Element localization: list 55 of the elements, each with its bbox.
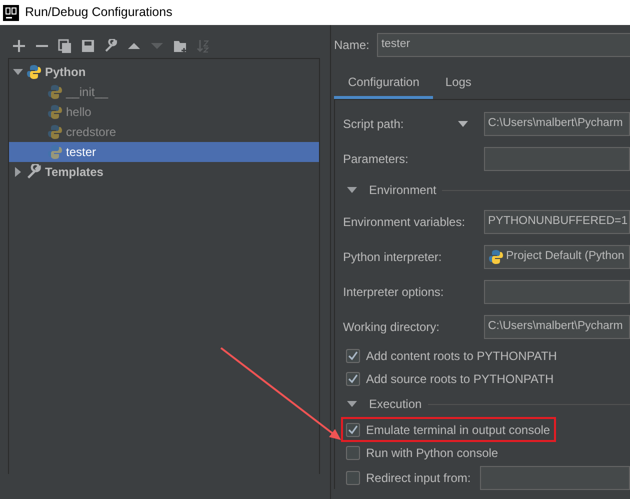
checkbox[interactable] — [346, 372, 360, 386]
section-title: Environment — [369, 182, 436, 199]
tree-item[interactable]: hello — [9, 102, 319, 122]
name-field[interactable]: tester — [377, 33, 630, 57]
field-label: Environment variables: — [343, 214, 466, 230]
snake-logo-icon — [26, 64, 42, 80]
snake-logo-icon — [47, 144, 63, 160]
field-label: Parameters: — [343, 150, 408, 168]
input-field[interactable]: C:\Users\malbert\Pycharm — [484, 112, 630, 136]
collapse-arrow-icon — [347, 400, 357, 408]
checkbox[interactable] — [346, 348, 360, 362]
name-label: Name: — [334, 37, 370, 54]
field-label: Script path: — [343, 116, 404, 132]
snake-logo-icon — [47, 84, 63, 100]
field-label: Python interpreter: — [343, 248, 442, 266]
new-folder-icon[interactable] — [173, 38, 187, 52]
input-field[interactable]: C:\Users\malbert\Pycharm — [484, 314, 630, 338]
snake-logo-icon — [488, 248, 504, 264]
tree-item[interactable]: __init__ — [9, 82, 319, 102]
input-field[interactable] — [480, 466, 630, 490]
app-icon — [3, 4, 19, 20]
input-field[interactable]: PYTHONUNBUFFERED=1 — [484, 210, 630, 234]
expand-arrow-icon — [13, 167, 23, 177]
checkbox[interactable] — [346, 470, 360, 484]
tree-item[interactable]: Python — [9, 62, 319, 82]
field-label: Interpreter options: — [343, 284, 444, 300]
expand-arrow-icon — [13, 67, 23, 77]
collapse-arrow-icon — [347, 186, 357, 194]
tree-item[interactable]: credstore — [9, 122, 319, 142]
checkbox-label: Add content roots to PYTHONPATH — [366, 348, 557, 364]
checkbox-label: Emulate terminal in output console — [366, 422, 550, 438]
checkbox[interactable] — [346, 422, 360, 436]
input-field[interactable] — [484, 280, 630, 304]
input-field[interactable]: Project Default (Python — [484, 244, 630, 268]
wrench-icon — [26, 164, 42, 180]
wrench-icon[interactable] — [104, 38, 118, 52]
snake-logo-icon — [47, 124, 63, 140]
tree-item[interactable]: Templates — [9, 162, 319, 182]
add-icon[interactable] — [12, 38, 26, 52]
checkbox[interactable] — [346, 446, 360, 460]
tree-item[interactable]: tester — [9, 142, 319, 162]
window-title: Run/Debug Configurations — [25, 4, 172, 22]
input-field[interactable] — [484, 146, 630, 170]
tab[interactable]: Logs — [433, 67, 484, 99]
save-icon[interactable] — [81, 38, 95, 52]
field-value: Project Default (Python — [506, 248, 624, 264]
copy-icon[interactable] — [58, 38, 72, 52]
checkbox-label: Redirect input from: — [366, 470, 471, 486]
dropdown-arrow-icon — [458, 120, 468, 126]
section-title: Execution — [369, 396, 422, 413]
field-label: Working directory: — [343, 318, 440, 336]
snake-logo-icon — [47, 104, 63, 120]
checkbox-label: Run with Python console — [366, 444, 498, 462]
checkbox-label: Add source roots to PYTHONPATH — [366, 370, 554, 388]
tab[interactable]: Configuration — [334, 67, 434, 99]
